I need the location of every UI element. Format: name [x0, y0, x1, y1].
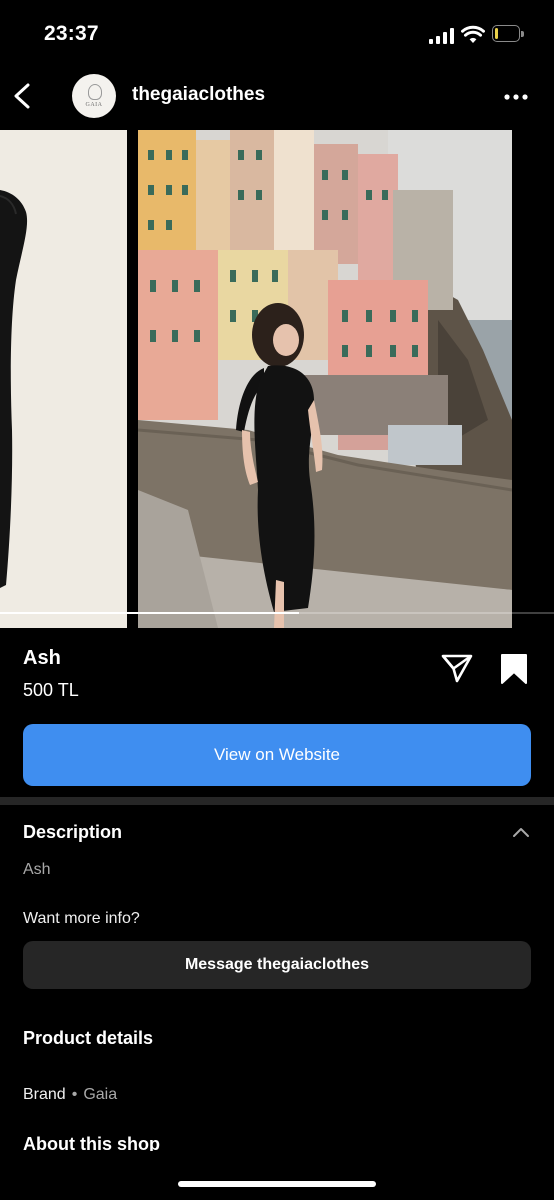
shop-username[interactable]: thegaiaclothes [132, 84, 265, 106]
product-image-carousel[interactable] [0, 130, 554, 628]
product-details-heading: Product details [23, 1028, 154, 1048]
message-shop-button[interactable]: Message thegaiaclothes [23, 941, 531, 989]
brand-value[interactable]: Gaia [83, 1086, 117, 1103]
bookmark-icon[interactable] [500, 653, 528, 685]
battery-level: 1 [502, 26, 510, 40]
description-text: Ash [23, 861, 51, 878]
next-product-image[interactable] [522, 130, 554, 628]
gaia-logo-mark [88, 84, 102, 100]
main-product-image[interactable] [138, 130, 512, 628]
brand-row: Brand • Gaia [23, 1086, 117, 1104]
brand-separator: • [71, 1086, 78, 1103]
profile-header: GAIA thegaiaclothes [0, 66, 554, 128]
brand-label: Brand [23, 1086, 66, 1103]
status-bar: 23:37 1 [0, 0, 554, 66]
carousel-progress-fill [0, 612, 300, 614]
product-name: Ash [23, 647, 61, 669]
section-divider [0, 797, 554, 805]
carousel-progress-track [0, 612, 554, 614]
chevron-up-icon[interactable] [512, 826, 530, 838]
more-options-button[interactable] [504, 88, 528, 106]
description-heading: Description [23, 822, 123, 842]
view-on-website-button[interactable]: View on Website [23, 724, 531, 786]
avatar[interactable]: GAIA [72, 74, 116, 118]
avatar-logo-text: GAIA [85, 102, 103, 108]
paper-plane-icon[interactable] [440, 652, 474, 684]
more-info-prompt: Want more info? [23, 910, 140, 927]
home-indicator[interactable] [178, 1181, 376, 1187]
wifi-icon [461, 25, 485, 43]
product-price: 500 TL [23, 680, 79, 700]
status-time: 23:37 [44, 22, 99, 45]
battery-icon: 1 [492, 25, 526, 44]
about-shop-heading: About this shop [23, 1134, 160, 1151]
cellular-signal-icon [429, 28, 454, 44]
bottom-safe-area [0, 1151, 554, 1200]
previous-product-image[interactable] [0, 130, 127, 628]
back-button[interactable] [8, 80, 38, 112]
